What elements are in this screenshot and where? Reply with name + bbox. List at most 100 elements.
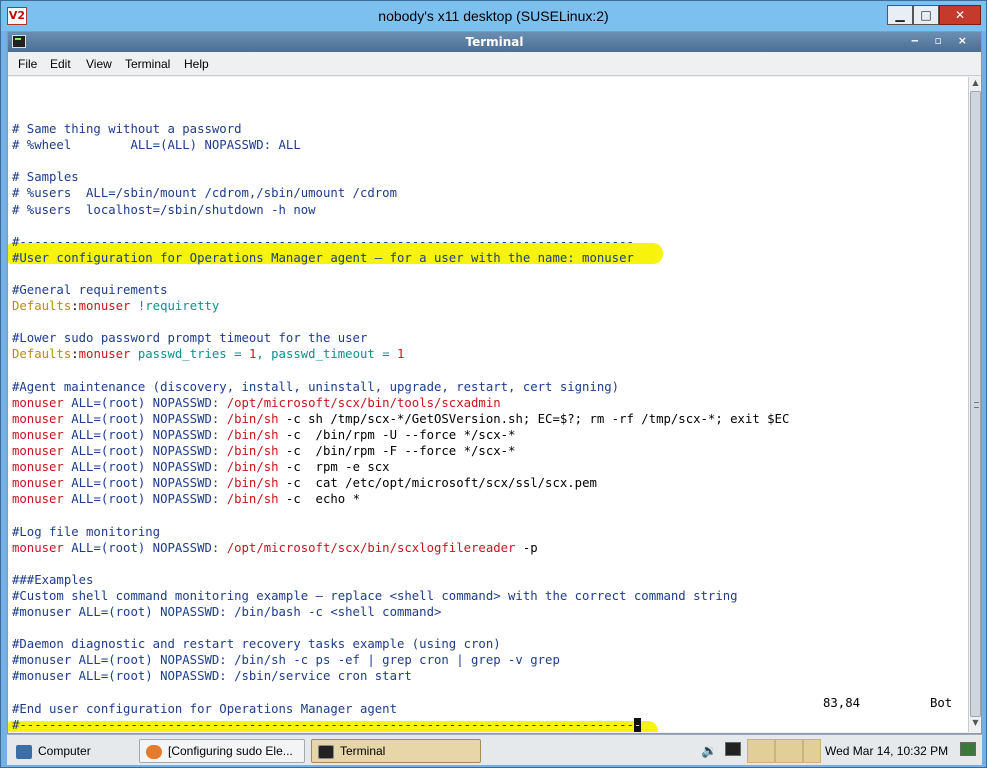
- terminal-line: #monuser ALL=(root) NOPASSWD: /bin/bash …: [12, 604, 441, 620]
- terminal-text-segment: -c sh /tmp/scx-*/GetOSVersion.sh; EC=$?;…: [278, 411, 790, 426]
- scroll-down-icon[interactable]: ▼: [970, 718, 981, 730]
- terminal-line: #Lower sudo password prompt timeout for …: [12, 330, 367, 346]
- workspace-2[interactable]: [775, 739, 803, 763]
- terminal-text-segment: #Daemon diagnostic and restart recovery …: [12, 637, 501, 652]
- terminal-line: # Same thing without a password: [12, 121, 242, 137]
- terminal-line: monuser ALL=(root) NOPASSWD: /opt/micros…: [12, 540, 538, 556]
- terminal-text-segment: monuser: [78, 347, 131, 362]
- terminal-text-segment: #Lower sudo password prompt timeout for …: [12, 331, 368, 346]
- terminal-text-segment: -c /bin/rpm -U --force */scx-*: [278, 427, 516, 442]
- menu-file[interactable]: File: [18, 57, 37, 71]
- terminal-text-segment: /bin/sh: [226, 476, 279, 491]
- terminal-text-segment: #End user configuration for Operations M…: [12, 701, 397, 716]
- terminal-titlebar[interactable]: Terminal ‒ ▫ ×: [8, 32, 981, 52]
- taskbar-firefox-button[interactable]: [Configuring sudo Ele...: [139, 739, 305, 763]
- terminal-text-segment: ALL=(root) NOPASSWD:: [63, 476, 227, 491]
- scrollbar-thumb[interactable]: [970, 91, 981, 717]
- terminal-text-segment: ALL=(root) NOPASSWD:: [63, 395, 227, 410]
- terminal-line: #Log file monitoring: [12, 524, 160, 540]
- terminal-text-segment: # Samples: [12, 170, 79, 185]
- terminal-line: ###Examples: [12, 572, 93, 588]
- terminal-text-segment: #Agent maintenance (discovery, install, …: [12, 379, 620, 394]
- menubar: File Edit View Terminal Help: [8, 52, 981, 76]
- menu-view[interactable]: View: [86, 57, 112, 71]
- terminal-text-segment: #monuser ALL=(root) NOPASSWD: /bin/sh -c…: [12, 653, 560, 668]
- terminal-text-area[interactable]: # Same thing without a password # %wheel …: [8, 77, 968, 732]
- terminal-line: monuser ALL=(root) NOPASSWD: /bin/sh -c …: [12, 459, 390, 475]
- maximize-button[interactable]: □: [913, 5, 939, 25]
- terminal-line: #End user configuration for Operations M…: [12, 701, 397, 717]
- vnc-window: V2 nobody's x11 desktop (SUSELinux:2) ▁ …: [0, 0, 987, 768]
- terminal-text-segment: Defaults: [12, 299, 72, 314]
- terminal-window: Terminal ‒ ▫ × File Edit View Terminal H…: [7, 31, 982, 734]
- terminal-text-segment: #monuser ALL=(root) NOPASSWD: /sbin/serv…: [12, 669, 412, 684]
- terminal-text-segment: #---------------------------------------…: [12, 717, 634, 732]
- terminal-title: Terminal: [465, 35, 524, 49]
- terminal-text-segment: #---------------------------------------…: [12, 234, 634, 249]
- terminal-text-segment: # %wheel ALL=(ALL) NOPASSWD: ALL: [12, 138, 301, 153]
- terminal-text-segment: #monuser ALL=(root) NOPASSWD: /bin/bash …: [12, 605, 442, 619]
- vertical-scrollbar[interactable]: ▲ ▼: [968, 77, 981, 732]
- menu-terminal[interactable]: Terminal: [125, 57, 170, 71]
- terminal-text-segment: /bin/sh: [226, 444, 279, 458]
- terminal-line: monuser ALL=(root) NOPASSWD: /bin/sh -c …: [12, 475, 597, 491]
- terminal-text-segment: #General requirements: [12, 283, 168, 297]
- workspace-1[interactable]: [747, 739, 775, 763]
- terminal-text-segment: -c cat /etc/opt/microsoft/scx/ssl/scx.pe…: [278, 476, 597, 491]
- terminal-text-segment: #User configuration for Operations Manag…: [12, 250, 634, 265]
- tray-terminal-icon[interactable]: [725, 742, 741, 756]
- terminal-text-segment: monuser: [12, 411, 64, 426]
- volume-icon[interactable]: 🔉: [701, 744, 717, 759]
- minimize-button[interactable]: ▁: [887, 5, 913, 25]
- firefox-icon: [146, 744, 162, 759]
- workspace-3[interactable]: [803, 739, 821, 763]
- terminal-text-segment: /bin/sh: [226, 492, 279, 507]
- terminal-line: #Agent maintenance (discovery, install, …: [12, 379, 619, 395]
- terminal-text-segment: monuser: [12, 476, 64, 491]
- terminal-text-segment: # %users localhost=/sbin/shutdown -h now: [12, 202, 316, 217]
- terminal-text-segment: passwd_tries =: [130, 347, 249, 362]
- terminal-line: #Daemon diagnostic and restart recovery …: [12, 636, 501, 652]
- terminal-text-segment: # %users ALL=/sbin/mount /cdrom,/sbin/um…: [12, 186, 397, 201]
- terminal-text-segment: -c /bin/rpm -F --force */scx-*: [278, 444, 516, 458]
- terminal-text-segment: Defaults: [12, 347, 72, 362]
- menu-help[interactable]: Help: [184, 57, 209, 71]
- menu-edit[interactable]: Edit: [50, 57, 71, 71]
- terminal-line: Defaults:monuser !requiretty: [12, 298, 219, 314]
- terminal-line: # %users localhost=/sbin/shutdown -h now: [12, 202, 316, 218]
- terminal-line: #---------------------------------------…: [12, 717, 642, 732]
- scroll-indicator: Bot: [930, 696, 953, 710]
- terminal-text-segment: :: [71, 299, 79, 314]
- terminal-line: #Custom shell command monitoring example…: [12, 588, 738, 604]
- scroll-up-icon[interactable]: ▲: [970, 78, 981, 90]
- terminal-line: # %users ALL=/sbin/mount /cdrom,/sbin/um…: [12, 185, 397, 201]
- terminal-text-segment: -c echo *: [278, 492, 360, 507]
- terminal-text-segment: ALL=(root) NOPASSWD:: [63, 444, 227, 458]
- taskbar-computer-button[interactable]: Computer: [9, 739, 125, 763]
- terminal-window-controls[interactable]: ‒ ▫ ×: [911, 34, 973, 47]
- terminal-text-segment: /bin/sh: [226, 460, 279, 475]
- taskbar-terminal-label: Terminal: [340, 744, 386, 758]
- taskbar-terminal-button[interactable]: Terminal: [311, 739, 481, 763]
- terminal-line: #---------------------------------------…: [12, 234, 634, 250]
- terminal-text-segment: monuser: [12, 460, 64, 475]
- window-title: nobody's x11 desktop (SUSELinux:2): [378, 8, 609, 24]
- text-cursor: -: [633, 717, 642, 732]
- vnc-titlebar[interactable]: V2 nobody's x11 desktop (SUSELinux:2) ▁ …: [1, 1, 986, 31]
- terminal-text-segment: #Log file monitoring: [12, 524, 161, 539]
- terminal-text-segment: ALL=(root) NOPASSWD:: [63, 427, 227, 442]
- show-desktop-icon[interactable]: [960, 742, 976, 756]
- terminal-text-segment: -p: [515, 540, 538, 555]
- terminal-text-segment: #Custom shell command monitoring example…: [12, 588, 738, 603]
- terminal-text-segment: :: [71, 347, 79, 362]
- taskbar-firefox-label: [Configuring sudo Ele...: [168, 744, 293, 758]
- terminal-icon: [318, 744, 334, 759]
- terminal-line: monuser ALL=(root) NOPASSWD: /bin/sh -c …: [12, 411, 789, 427]
- computer-icon: [16, 744, 32, 759]
- terminal-text-segment: monuser: [12, 444, 64, 458]
- terminal-text-segment: monuser: [12, 540, 64, 555]
- terminal-line: #monuser ALL=(root) NOPASSWD: /sbin/serv…: [12, 668, 412, 684]
- terminal-text-segment: monuser: [12, 395, 64, 410]
- terminal-text-segment: -c rpm -e scx: [278, 460, 390, 475]
- close-button[interactable]: ✕: [939, 5, 981, 25]
